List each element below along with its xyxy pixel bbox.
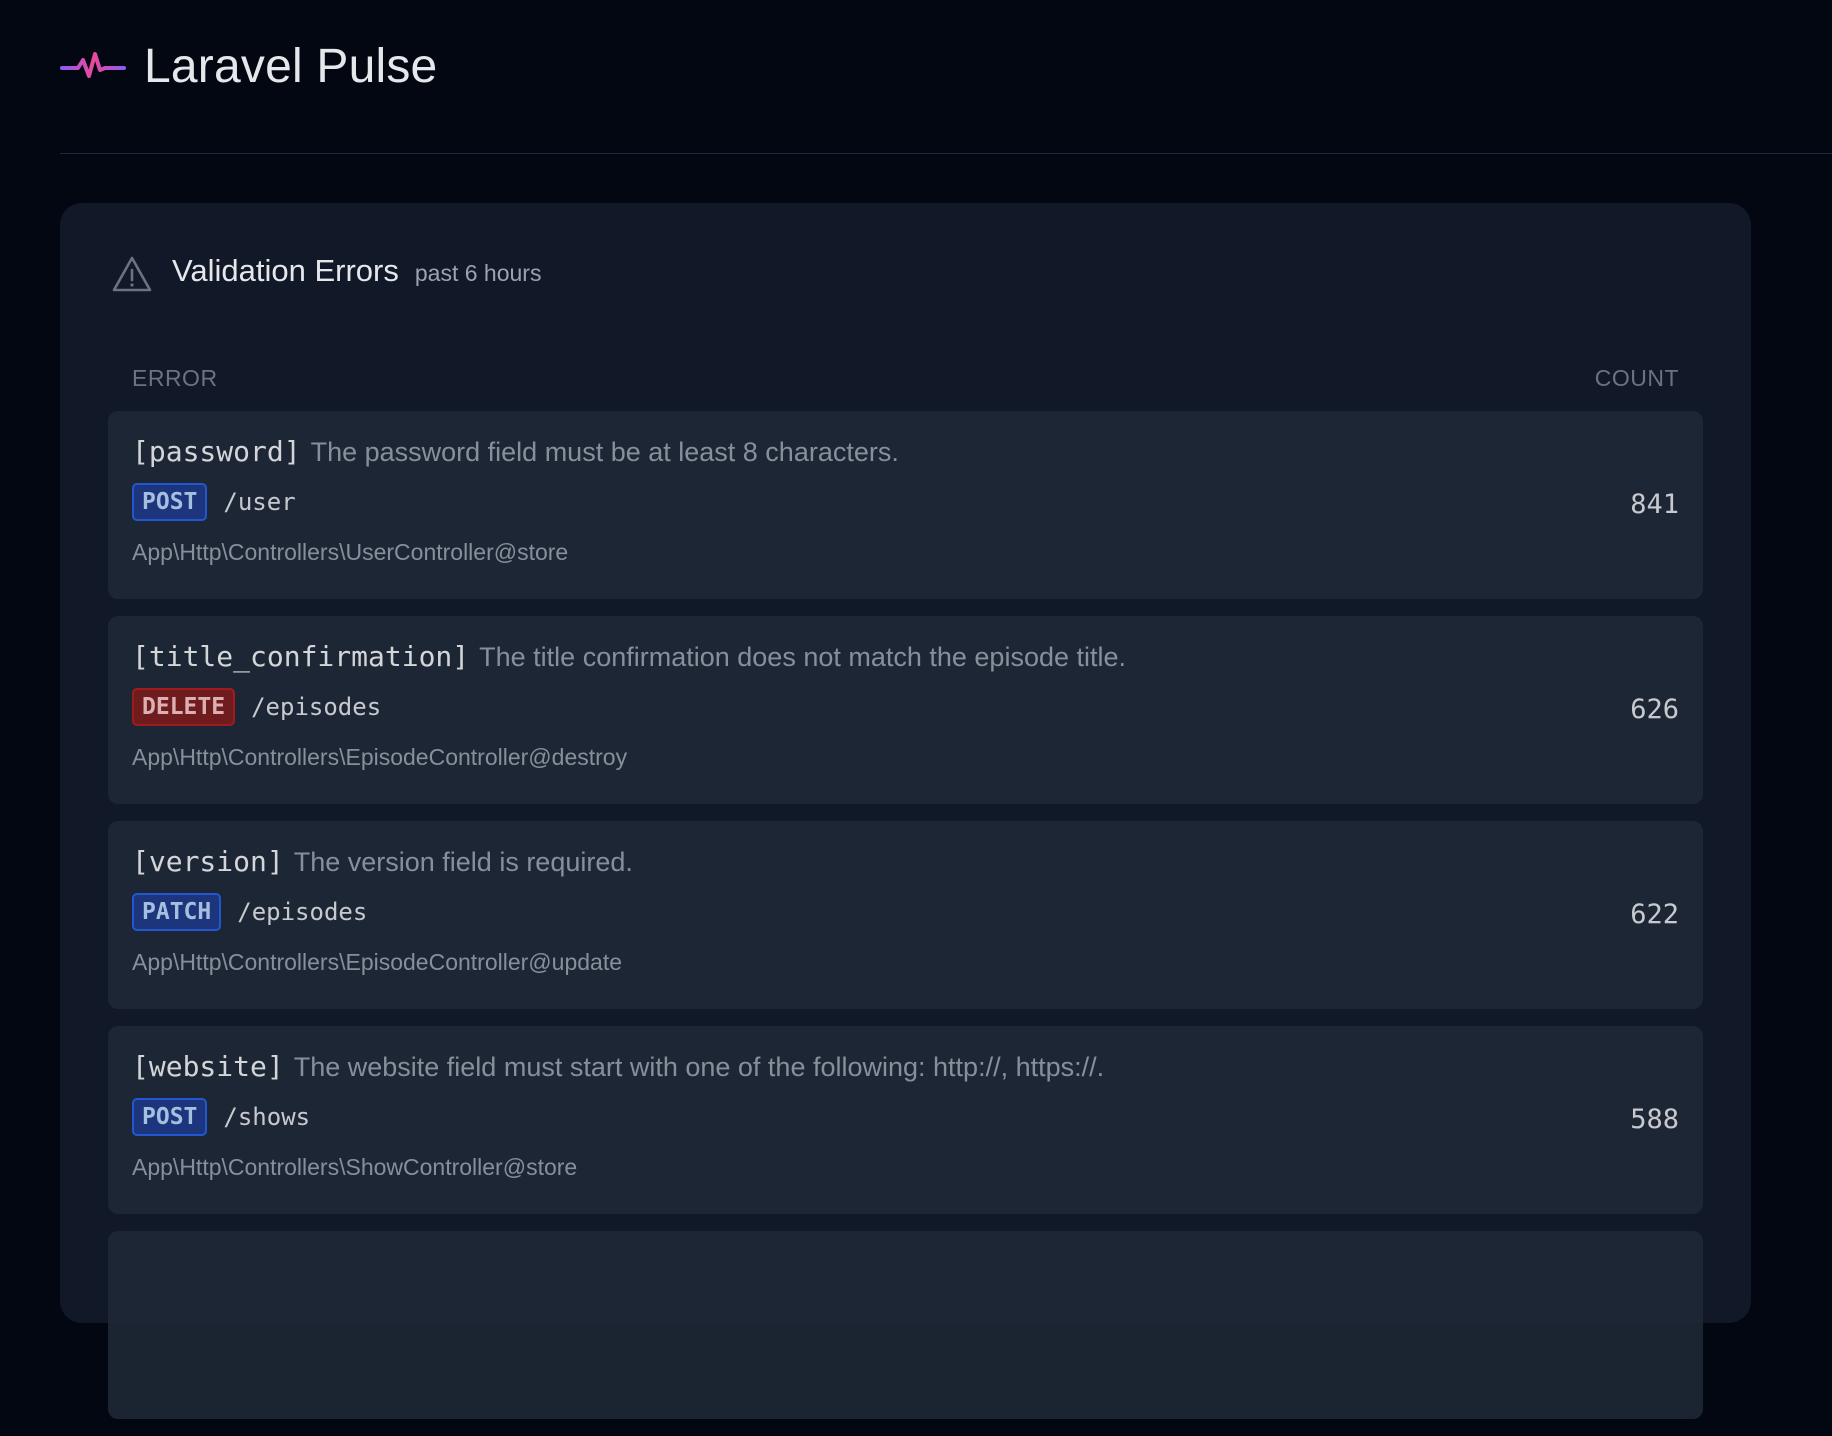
route-path: /episodes bbox=[237, 898, 368, 926]
app-title: Laravel Pulse bbox=[144, 39, 438, 93]
error-field: [version] bbox=[132, 845, 284, 878]
error-field: [password] bbox=[132, 435, 301, 468]
route-path: /episodes bbox=[251, 693, 382, 721]
error-field: [title_confirmation] bbox=[132, 640, 470, 673]
error-count: 841 bbox=[1630, 489, 1679, 520]
error-count: 626 bbox=[1630, 694, 1679, 725]
table-row: [version] The version field is required. … bbox=[108, 821, 1703, 1009]
controller-action: App\Http\Controllers\ShowController@stor… bbox=[132, 1154, 578, 1180]
controller-action: App\Http\Controllers\EpisodeController@d… bbox=[132, 744, 628, 770]
http-method-badge: PATCH bbox=[132, 893, 222, 931]
header-divider bbox=[60, 153, 1832, 154]
error-message: The title confirmation does not match th… bbox=[479, 642, 1127, 672]
error-list: [password] The password field must be at … bbox=[108, 411, 1703, 1436]
error-count: 588 bbox=[1630, 1104, 1679, 1135]
error-message: The website field must start with one of… bbox=[293, 1052, 1105, 1082]
table-row: [website] The website field must start wi… bbox=[108, 1026, 1703, 1214]
error-message: The password field must be at least 8 ch… bbox=[310, 437, 899, 467]
column-header-error: ERROR bbox=[132, 365, 218, 391]
table-row bbox=[108, 1231, 1703, 1419]
card-period: past 6 hours bbox=[414, 260, 542, 286]
error-count: 622 bbox=[1630, 899, 1679, 930]
table-header: ERROR COUNT bbox=[132, 365, 1679, 392]
table-row: [title_confirmation] The title confirmati… bbox=[108, 616, 1703, 804]
http-method-badge: POST bbox=[132, 483, 208, 521]
app-header: Laravel Pulse bbox=[60, 34, 437, 98]
controller-action: App\Http\Controllers\EpisodeController@u… bbox=[132, 949, 622, 975]
table-row: [password] The password field must be at … bbox=[108, 411, 1703, 599]
http-method-badge: POST bbox=[132, 1098, 208, 1136]
error-message: The version field is required. bbox=[293, 847, 633, 877]
error-field: [website] bbox=[132, 1050, 284, 1083]
validation-errors-card: Validation Errors past 6 hours ERROR COU… bbox=[60, 203, 1751, 1419]
route-path: /shows bbox=[223, 1103, 311, 1131]
column-header-count: COUNT bbox=[1594, 365, 1679, 391]
http-method-badge: DELETE bbox=[132, 688, 236, 726]
controller-action: App\Http\Controllers\UserController@stor… bbox=[132, 539, 569, 565]
route-path: /user bbox=[223, 488, 296, 516]
card-title: Validation Errors bbox=[172, 253, 399, 288]
card-header: Validation Errors past 6 hours bbox=[110, 253, 541, 297]
pulse-wave-icon bbox=[60, 52, 126, 78]
warning-triangle-icon bbox=[112, 256, 152, 292]
